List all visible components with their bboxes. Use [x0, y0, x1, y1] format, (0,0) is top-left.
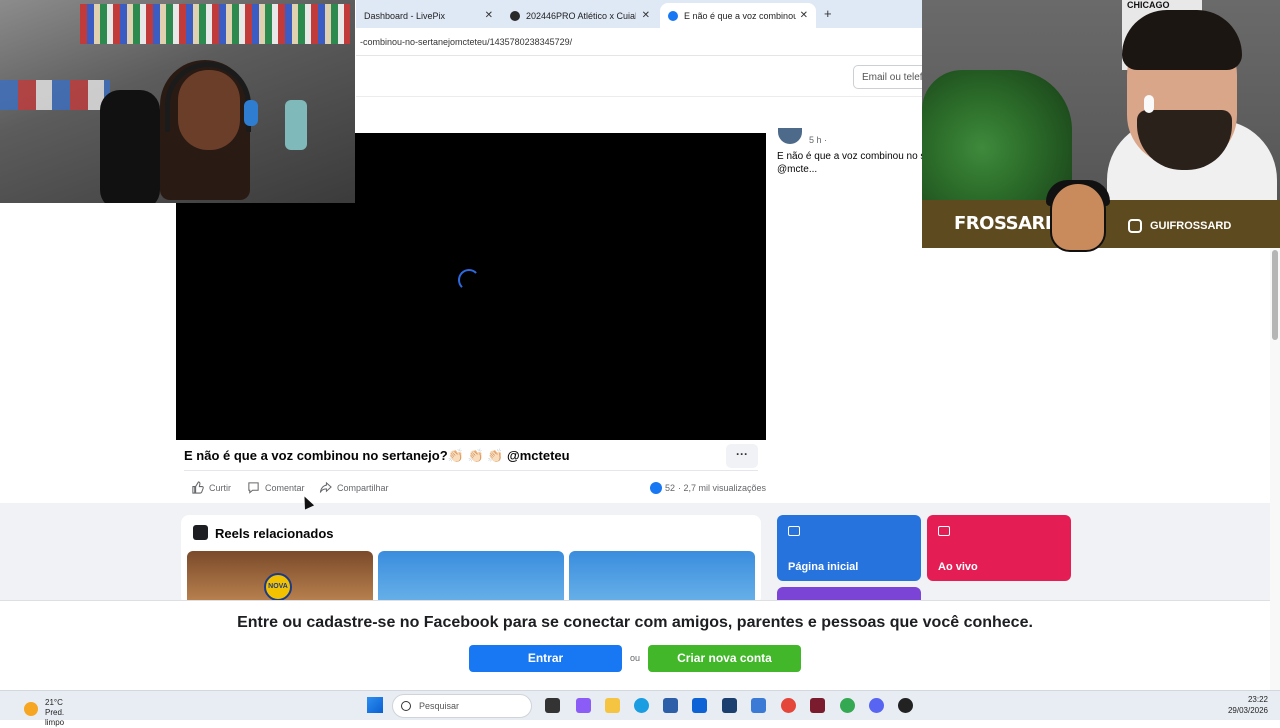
scrollbar-thumb[interactable]: [1272, 250, 1278, 340]
weather-condition: Pred. limpo: [45, 708, 65, 727]
login-button[interactable]: Entrar: [469, 645, 622, 672]
earbud: [1144, 95, 1154, 113]
discord-icon[interactable]: [869, 698, 884, 713]
instagram-handle: GUIFROSSARD: [1150, 220, 1232, 232]
taskbar-search[interactable]: Pesquisar: [392, 694, 532, 718]
browser-tab-strip: Dashboard - LivePix ✕ 202446PRO Atlético…: [356, 0, 922, 28]
tab-atletico[interactable]: 202446PRO Atlético x Cuiabá - M ✕: [502, 3, 658, 28]
related-reels-section: Reels relacionados NOVA: [181, 515, 761, 611]
store-icon[interactable]: [663, 698, 678, 713]
url-text: -combinou-no-sertanejomcteteu/1435780238…: [360, 37, 573, 47]
tab-label: Dashboard - LivePix: [364, 10, 446, 21]
live-card[interactable]: Ao vivo: [927, 515, 1071, 581]
task-view-icon[interactable]: [545, 698, 560, 713]
section-title: Reels relacionados: [215, 526, 334, 541]
chrome-icon[interactable]: [781, 698, 796, 713]
share-icon: [319, 481, 332, 493]
like-label: Curtir: [209, 482, 231, 493]
loading-spinner-icon: [458, 269, 480, 291]
file-explorer-icon[interactable]: [605, 698, 620, 713]
edge-icon[interactable]: [634, 698, 649, 713]
streamer-brand-bar: FROSSARD GUIFROSSARD: [922, 180, 1280, 252]
side-post-line: E não é que a voz combinou no s: [777, 151, 922, 162]
temperature: 21°C: [45, 698, 63, 707]
app-icon[interactable]: [751, 698, 766, 713]
toy-cars-shelf: [0, 80, 110, 110]
shield-icon: [510, 10, 520, 21]
windows-start-icon[interactable]: [367, 697, 383, 713]
reels-icon: [193, 525, 208, 540]
sun-icon: [24, 702, 38, 716]
like-reaction-icon: [650, 482, 662, 494]
brand-name: FROSSARD: [954, 213, 1060, 234]
copilot-icon[interactable]: [576, 698, 591, 713]
headset: [165, 62, 251, 132]
thumbs-up-icon: [192, 481, 204, 494]
login-banner: Entre ou cadastre-se no Facebook para se…: [0, 600, 1270, 688]
bookshelf: [80, 4, 350, 44]
side-post-text: E não é que a voz combinou no s @mcte...: [777, 150, 922, 176]
live-card-label: Ao vivo: [938, 561, 978, 573]
comment-icon: [248, 482, 259, 494]
facebook-header: Email ou telef: [356, 57, 943, 97]
home-card[interactable]: Página inicial: [777, 515, 921, 581]
reel-logo-badge: NOVA: [264, 573, 292, 601]
comment-label: Comentar: [265, 482, 305, 493]
tab-label: 202446PRO Atlético x Cuiabá - M: [526, 10, 636, 21]
search-icon: [401, 701, 411, 711]
chrome-icon[interactable]: [840, 698, 855, 713]
video-icon: [788, 526, 800, 536]
webcam-left-overlay: [0, 0, 355, 203]
gaming-chair: [100, 90, 160, 203]
app-icon[interactable]: [810, 698, 825, 713]
close-icon[interactable]: ✕: [800, 10, 808, 21]
poster-text: CHICAGO: [1127, 0, 1170, 10]
water-bottle: [285, 100, 307, 150]
dropbox-icon[interactable]: [692, 698, 707, 713]
home-card-label: Página inicial: [788, 561, 859, 573]
avatar[interactable]: [778, 128, 802, 144]
system-clock[interactable]: 23:22 29/03/2026: [1228, 694, 1268, 716]
instagram-icon: [1128, 219, 1142, 233]
app-icon[interactable]: [898, 698, 913, 713]
tab-facebook-video[interactable]: E não é que a voz combinou no ✕: [660, 3, 816, 28]
close-icon[interactable]: ✕: [642, 10, 650, 21]
like-button[interactable]: Curtir: [191, 481, 231, 494]
tab-livepix[interactable]: Dashboard - LivePix ✕: [356, 3, 501, 28]
tab-label: E não é que a voz combinou no: [684, 10, 796, 21]
comment-button[interactable]: Comentar: [247, 481, 305, 494]
or-separator: ou: [629, 653, 640, 663]
camera-icon: [938, 526, 950, 536]
share-button[interactable]: Compartilhar: [319, 481, 389, 494]
search-placeholder: Pesquisar: [419, 701, 460, 711]
side-post-mention[interactable]: @mcte...: [777, 163, 922, 176]
view-count: · 2,7 mil visualizações: [678, 483, 767, 493]
windows-taskbar: 21°C Pred. limpo Pesquisar 23:22 29/03/2…: [0, 690, 1280, 727]
reactions-summary[interactable]: 52 · 2,7 mil visualizações: [650, 482, 766, 494]
plants: [922, 70, 1072, 200]
reaction-count: 52: [665, 483, 676, 493]
mascot-logo: [1050, 182, 1106, 252]
clock-date: 29/03/2026: [1227, 706, 1268, 715]
more-options-button[interactable]: ···: [726, 444, 758, 468]
clock-time: 23:22: [1247, 695, 1268, 704]
banner-message: Entre ou cadastre-se no Facebook para se…: [237, 614, 1033, 631]
side-post-info: 5 h · E não é que a voz combinou no s @m…: [776, 128, 922, 188]
facebook-icon: [668, 10, 678, 21]
headset-earcup: [244, 100, 258, 126]
app-icon[interactable]: [722, 698, 737, 713]
streamer-hair: [1122, 10, 1242, 70]
post-title: E não é que a voz combinou no sertanejo?…: [184, 448, 570, 463]
signup-button[interactable]: Criar nova conta: [648, 645, 801, 672]
address-bar[interactable]: -combinou-no-sertanejomcteteu/1435780238…: [356, 28, 922, 56]
new-tab-button[interactable]: +: [824, 6, 832, 21]
close-icon[interactable]: ✕: [485, 10, 493, 21]
webcam-right-overlay: CHICAGO: [922, 0, 1280, 200]
share-label: Compartilhar: [337, 482, 389, 493]
divider: [184, 470, 758, 471]
post-timestamp: 5 h ·: [809, 135, 828, 145]
